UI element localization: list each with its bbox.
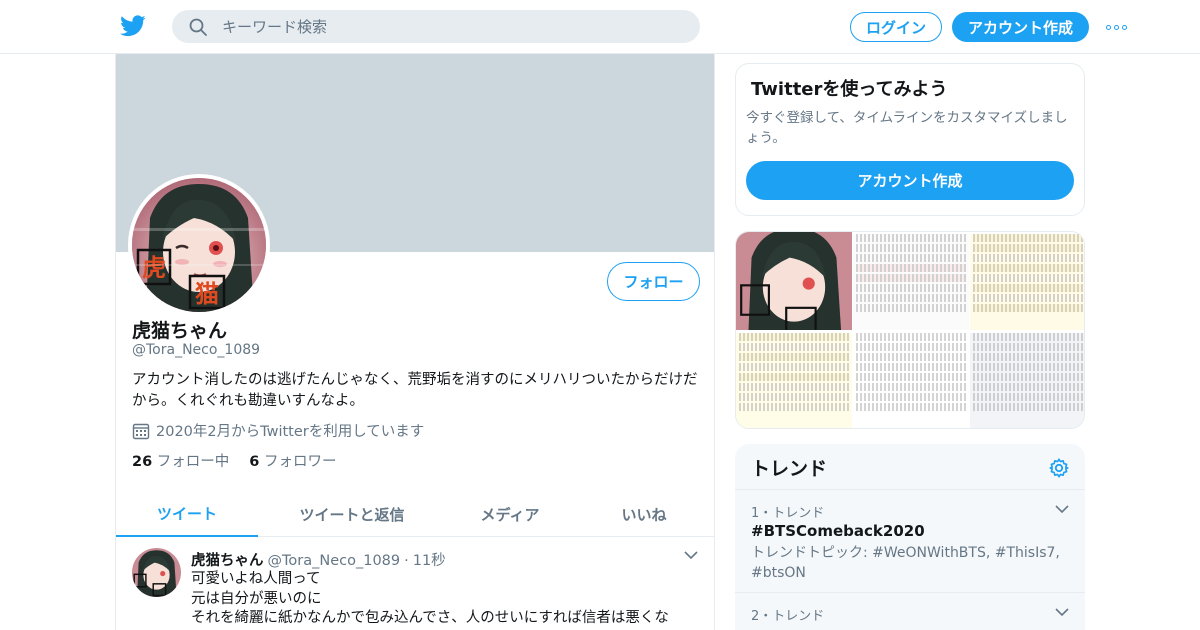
avatar-image — [132, 548, 181, 597]
trend-item[interactable]: 1・トレンド #BTSComeback2020 トレンドトピック: #WeONW… — [735, 489, 1085, 592]
signup-button[interactable]: アカウント作成 — [952, 12, 1089, 42]
more-icon[interactable] — [1106, 20, 1130, 34]
followers-label: フォロワー — [264, 454, 337, 470]
avatar-image: 虎 猫 — [132, 178, 266, 312]
top-navigation-bar: ログイン アカウント作成 — [0, 0, 1200, 54]
follow-button[interactable]: フォロー — [607, 262, 700, 301]
signup-card-text: 今すぐ登録して、タイムラインをカスタマイズしましょう。 — [746, 110, 1068, 146]
login-button[interactable]: ログイン — [850, 12, 942, 42]
calendar-icon — [132, 423, 150, 439]
media-thumbnail[interactable] — [853, 331, 969, 428]
media-image — [736, 232, 852, 330]
gear-icon[interactable] — [1048, 457, 1070, 479]
profile-bio: アカウント消したのは逃げたんじゃなく、荒野垢を消すのにメリハリついたからだけだか… — [132, 372, 698, 409]
tweet-line: 可愛いよね人間って — [191, 571, 321, 587]
profile-avatar[interactable]: 虎 猫 — [128, 174, 270, 316]
media-image — [970, 333, 1084, 428]
media-thumbnail[interactable] — [736, 331, 852, 428]
tweet-author-name[interactable]: 虎猫ちゃん — [191, 549, 264, 570]
media-image — [736, 333, 852, 428]
search-input[interactable] — [222, 10, 682, 43]
trend-description: トレンドトピック: #WeONWithBTS, #ThisIs7, #btsON — [751, 545, 1060, 581]
media-image — [853, 333, 969, 428]
profile-column: 虎 猫 フォロー 虎猫ちゃん @Tora_Neco_1089 アカウント消したの… — [115, 54, 715, 630]
trend-item[interactable]: 2・トレンド — [735, 592, 1085, 630]
tweet-author-handle[interactable]: @Tora_Neco_1089 — [268, 553, 401, 569]
chevron-down-icon[interactable] — [1055, 504, 1069, 514]
media-thumbnail[interactable] — [970, 331, 1084, 428]
trend-rank: 1・トレンド — [751, 506, 825, 521]
chevron-down-icon[interactable] — [1055, 607, 1069, 617]
media-thumbnail[interactable] — [853, 232, 969, 330]
profile-joined-date: 2020年2月からTwitterを利用しています — [132, 420, 424, 441]
trend-name[interactable]: #BTSComeback2020 — [751, 522, 925, 540]
tweet-separator: · — [404, 553, 409, 569]
search-icon — [189, 18, 207, 36]
tweet-avatar[interactable] — [132, 548, 181, 597]
media-grid — [735, 231, 1085, 429]
profile-stats: 26 フォロー中 6 フォロワー — [132, 450, 337, 471]
tweet-timestamp[interactable]: 11秒 — [413, 549, 446, 570]
media-image — [853, 234, 969, 330]
twitter-logo-icon[interactable] — [120, 14, 146, 38]
media-thumbnail[interactable] — [736, 232, 852, 330]
following-label: フォロー中 — [156, 454, 230, 470]
tweet-header: 虎猫ちゃん @Tora_Neco_1089 · 11秒 — [191, 549, 446, 570]
media-thumbnail[interactable] — [970, 232, 1084, 330]
following-stat[interactable]: 26 フォロー中 — [132, 450, 229, 471]
followers-count: 6 — [249, 454, 260, 470]
tab-media[interactable]: メディア — [446, 492, 574, 537]
signup-card: Twitterを使ってみよう 今すぐ登録して、タイムラインをカスタマイズしましょ… — [735, 63, 1085, 216]
trends-title: トレンド — [751, 458, 828, 480]
profile-tabs: ツイート ツイートと返信 メディア いいね — [116, 492, 714, 537]
tab-tweets[interactable]: ツイート — [116, 492, 258, 537]
tab-likes[interactable]: いいね — [574, 492, 714, 537]
tab-tweets-and-replies[interactable]: ツイートと返信 — [258, 492, 446, 537]
profile-name: 虎猫ちゃん — [132, 320, 228, 342]
svg-text:猫: 猫 — [195, 280, 219, 308]
svg-text:虎: 虎 — [142, 254, 166, 282]
profile-handle[interactable]: @Tora_Neco_1089 — [132, 342, 260, 358]
tweet[interactable]: 虎猫ちゃん @Tora_Neco_1089 · 11秒 可愛いよね人間って 元は… — [116, 538, 714, 630]
signup-card-button[interactable]: アカウント作成 — [746, 161, 1074, 200]
trend-rank: 2・トレンド — [751, 609, 825, 624]
signup-card-title: Twitterを使ってみよう — [751, 79, 948, 100]
following-count: 26 — [132, 454, 153, 470]
followers-stat[interactable]: 6 フォロワー — [249, 450, 336, 471]
joined-text: 2020年2月からTwitterを利用しています — [156, 424, 425, 440]
media-image — [970, 234, 1084, 330]
tweet-line: それを綺麗に紙かなんかで包み込んでさ、人のせいにすれば信者は悪くな — [191, 610, 669, 626]
search-box[interactable] — [172, 10, 700, 43]
tweet-text: 可愛いよね人間って 元は自分が悪いのに それを綺麗に紙かなんかで包み込んでさ、人… — [191, 570, 701, 629]
tweet-line: 元は自分が悪いのに — [191, 590, 322, 607]
trends-panel: トレンド 1・トレンド #BTSComeback2020 トレンドトピック: #… — [735, 444, 1085, 630]
chevron-down-icon[interactable] — [684, 550, 698, 560]
